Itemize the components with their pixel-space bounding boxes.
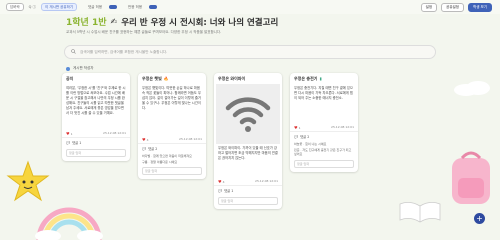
comment-count: 댓글 1	[224, 189, 234, 193]
heart-icon[interactable]: ♥	[218, 179, 222, 184]
card-title: 우정은 햇빛	[142, 75, 162, 81]
cloud-illustration	[454, 81, 490, 96]
author-name: 게시판 작성자	[73, 66, 94, 70]
card-title: 우정은 와이파이	[218, 75, 246, 81]
card-meta: ♥ 1 25.12.08 12:01	[290, 124, 358, 131]
card-meta: ♥ 4 25.12.08 12:01	[138, 136, 206, 143]
heart-icon[interactable]: ♥	[66, 131, 70, 136]
comment-item: 민준 · 저도 친구에게 충전기 같은 친구가 되고 싶어요	[294, 148, 352, 157]
card-meta: ♥ 1 25.12.08 12:01	[62, 130, 130, 137]
board-type-pill[interactable]: 담벼락	[6, 3, 24, 11]
comment-header[interactable]: 💬 댓글 2	[138, 143, 206, 153]
backpack-illustration	[452, 151, 490, 204]
comment-count: 댓글 2	[300, 135, 310, 139]
card-title: 공지	[66, 75, 74, 81]
battery-icon: ▮	[319, 76, 322, 81]
comment-input[interactable]: 댓글 입력	[142, 167, 202, 176]
class-label: 1학년 1반	[66, 18, 107, 28]
card-date: 25.12.08 12:01	[103, 131, 126, 135]
comment-header[interactable]: 💬 댓글 2	[290, 131, 358, 141]
hand-icon: ✍	[110, 17, 118, 26]
page-title: 우리 반 우정 시 전시회: 너와 나의 연결고리	[121, 17, 279, 28]
card-date: 25.12.08 12:01	[255, 179, 278, 183]
comment-input[interactable]: 댓글 입력	[66, 149, 126, 157]
page-header: 1학년 1반 ✍ 우리 반 우정 시 전시회: 너와 나의 연결고리	[66, 15, 278, 28]
right-controls: 설정 공유설정 학생 보기	[420, 3, 492, 12]
comment-toggle[interactable]	[109, 5, 118, 9]
comment-count: 댓글 1	[72, 141, 82, 145]
like-count: 4	[222, 180, 225, 184]
share-settings-button[interactable]: 공유설정	[441, 3, 464, 12]
student-view-button[interactable]: 학생 보기	[468, 3, 492, 12]
comment-icon: 💬	[142, 146, 147, 151]
card-header: 우정은 충전기 ▮	[290, 73, 358, 84]
comment-header[interactable]: 💬 댓글 1	[62, 137, 130, 147]
author-label: 게시판 작성자	[66, 66, 93, 71]
post-card-sunlight[interactable]: 우정은 햇빛 🔥 우정은 햇빛이다. 따뜻한 손길 하나로 마음속 작은 꽃들이 …	[138, 73, 206, 180]
comment-header[interactable]: 💬 댓글 1	[214, 185, 282, 195]
comment-icon: 💬	[66, 140, 71, 145]
comment-icon: 💬	[294, 134, 299, 139]
add-post-button[interactable]: +	[474, 213, 485, 224]
like-count: 4	[146, 138, 149, 142]
card-meta: ♥ 4 25.12.08 12:01	[214, 178, 282, 185]
like-count: 1	[298, 126, 301, 130]
book-illustration	[399, 202, 441, 223]
card-body: 우정은 햇빛이다. 따뜻한 손길 하나로 마음속 작은 꽃들이 피어나. 함께라…	[142, 86, 201, 110]
comment-count: 댓글 2	[148, 147, 158, 151]
like-count: 1	[70, 132, 73, 136]
card-body: 우정은 와이파이. 가까이 있을 때 신호가 강하고 멀어지면 조금 약해지지만…	[218, 146, 278, 160]
card-date: 25.12.08 12:01	[331, 125, 354, 129]
reaction-toggle[interactable]	[149, 5, 158, 9]
card-header: 공지	[62, 73, 130, 84]
card-title: 우정은 충전기	[294, 75, 318, 81]
post-card-wifi[interactable]: 우정은 와이파이 우정은 와이파이. 가까이 있을 때 신호가 강하고 멀어지면…	[214, 73, 282, 209]
star-character-illustration	[6, 160, 50, 202]
card-body: 우정은 충전기다. 지칠 때면 친구 곁에 있으면 다시 마음이 가득 차오른다…	[294, 86, 353, 100]
post-card-notice[interactable]: 공지 여러분, '우정한 시'를 '친구'와 주제로 한 시를 이런 방법으로 …	[62, 73, 130, 161]
share-board-pill[interactable]: 이 게시판 공유하기	[41, 3, 78, 11]
search-bar[interactable]: 검색어를 입력하면, 검색어를 포함한 게시물만 노출합니다.	[64, 45, 436, 59]
comment-input[interactable]: 댓글 입력	[294, 159, 354, 168]
avatar-icon	[66, 66, 70, 71]
settings-button[interactable]: 설정	[420, 3, 438, 12]
card-date: 25.12.08 12:01	[179, 137, 202, 141]
wifi-icon	[216, 84, 280, 144]
rainbow-cloud-illustration	[35, 207, 103, 240]
card-body: 여러분, '우정한 시'를 '친구'와 주제로 한 시를 이런 방법으로 써보아…	[66, 86, 126, 115]
comment-input[interactable]: 댓글 입력	[218, 197, 278, 205]
comment-item: 구름 · 정말 아름다운 시예요	[142, 160, 178, 165]
card-header: 우정은 와이파이	[214, 73, 282, 84]
heart-icon[interactable]: ♥	[142, 137, 146, 142]
search-icon	[71, 49, 76, 55]
post-card-charger[interactable]: 우정은 충전기 ▮ 우정은 충전기다. 지칠 때면 친구 곁에 있으면 다시 마음…	[290, 73, 358, 172]
card-header: 우정은 햇빛 🔥	[138, 73, 206, 84]
comment-toggle-label: 댓글 허용	[88, 4, 103, 9]
info-icon[interactable]: Q ⓘ	[29, 5, 36, 10]
fire-icon: 🔥	[163, 76, 169, 81]
comment-icon: 💬	[218, 188, 223, 193]
reaction-toggle-label: 반응 허용	[128, 4, 143, 9]
search-placeholder: 검색어를 입력하면, 검색어를 포함한 게시물만 노출합니다.	[80, 49, 168, 54]
heart-icon[interactable]: ♥	[294, 125, 298, 130]
page-subtitle: 교과서 5학년 시 수업시 배운 친구를 표현하는 예쁜 글들로 꾸며보아요. …	[66, 30, 222, 34]
